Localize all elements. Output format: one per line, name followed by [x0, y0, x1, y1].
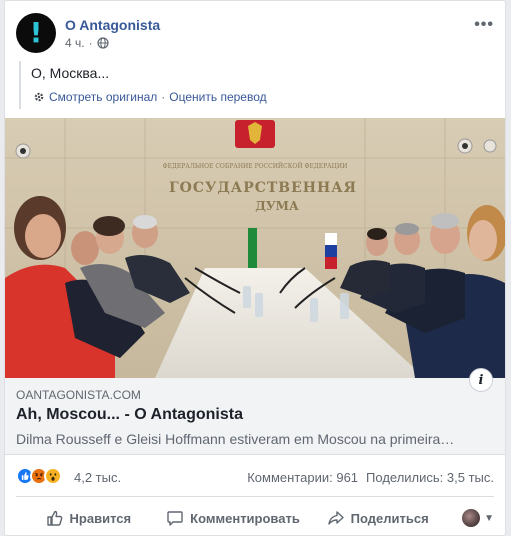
comment-label: Комментировать: [190, 510, 300, 526]
reaction-icons[interactable]: [16, 467, 62, 485]
share-button[interactable]: Поделиться: [305, 509, 450, 527]
page-name-link[interactable]: O Antagonista: [65, 17, 160, 33]
caret-down-icon: ▼: [484, 512, 495, 524]
thumbs-up-icon: [46, 510, 62, 526]
like-label: Нравится: [69, 510, 132, 526]
post-card: ! O Antagonista 4 ч. · ••• О, Москва... …: [4, 0, 506, 536]
share-label: Поделиться: [350, 510, 429, 526]
link-preview-photo[interactable]: ФЕДЕРАЛЬНОЕ СОБРАНИЕ РОССИЙСКОЙ ФЕДЕРАЦИ…: [5, 118, 505, 378]
duma-meeting-photo: ФЕДЕРАЛЬНОЕ СОБРАНИЕ РОССИЙСКОЙ ФЕДЕРАЦИ…: [5, 118, 505, 378]
wow-reaction-icon: [44, 467, 62, 485]
shares-count[interactable]: Поделились: 3,5 тыс.: [366, 470, 494, 485]
comments-count[interactable]: Комментарии: 961: [247, 470, 358, 485]
post-meta: 4 ч. ·: [65, 36, 109, 50]
photo-sign-sub: ДУМА: [255, 199, 299, 213]
more-options-button[interactable]: •••: [474, 16, 494, 34]
link-preview-info[interactable]: i OANTAGONISTA.COM Ah, Moscou... - O Ant…: [5, 368, 505, 455]
translation-links: Смотреть оригинал · Оценить перевод: [33, 90, 267, 104]
engagement-counts: Комментарии: 961 Поделились: 3,5 тыс.: [247, 470, 494, 485]
actions-divider: [16, 496, 494, 497]
photo-sign-main: ГОСУДАРСТВЕННАЯ: [169, 180, 357, 196]
post-timestamp[interactable]: 4 ч.: [65, 36, 85, 50]
share-arrow-icon: [327, 511, 344, 525]
post-header: ! O Antagonista 4 ч. · •••: [16, 12, 494, 56]
reaction-stats: 4,2 тыс. Комментарии: 961 Поделились: 3,…: [16, 465, 494, 489]
user-avatar: [462, 509, 481, 527]
reaction-count[interactable]: 4,2 тыс.: [74, 470, 121, 485]
link-description: Dilma Rousseff e Gleisi Hoffmann estiver…: [16, 431, 455, 447]
translated-text-block: О, Москва... Смотреть оригинал · Оценить…: [19, 61, 489, 109]
info-icon[interactable]: i: [469, 368, 493, 392]
gear-icon[interactable]: [33, 91, 45, 103]
photo-sign-small: ФЕДЕРАЛЬНОЕ СОБРАНИЕ РОССИЙСКОЙ ФЕДЕРАЦИ…: [163, 162, 348, 170]
link-separator: ·: [161, 90, 166, 104]
like-button[interactable]: Нравится: [16, 509, 161, 527]
comment-button[interactable]: Комментировать: [161, 509, 306, 527]
globe-icon[interactable]: [96, 37, 109, 49]
link-domain: OANTAGONISTA.COM: [16, 388, 141, 402]
see-original-link[interactable]: Смотреть оригинал: [49, 90, 157, 104]
comment-icon: [167, 511, 183, 526]
page-avatar[interactable]: !: [16, 13, 56, 53]
post-text: О, Москва...: [31, 65, 110, 81]
post-actions: Нравится Комментировать Поделиться ▼: [16, 501, 494, 535]
meta-separator: ·: [88, 36, 93, 50]
link-title[interactable]: Ah, Moscou... - O Antagonista: [16, 406, 243, 424]
post-as-selector[interactable]: ▼: [450, 509, 494, 527]
avatar-symbol: !: [29, 16, 43, 49]
rate-translation-link[interactable]: Оценить перевод: [169, 90, 266, 104]
